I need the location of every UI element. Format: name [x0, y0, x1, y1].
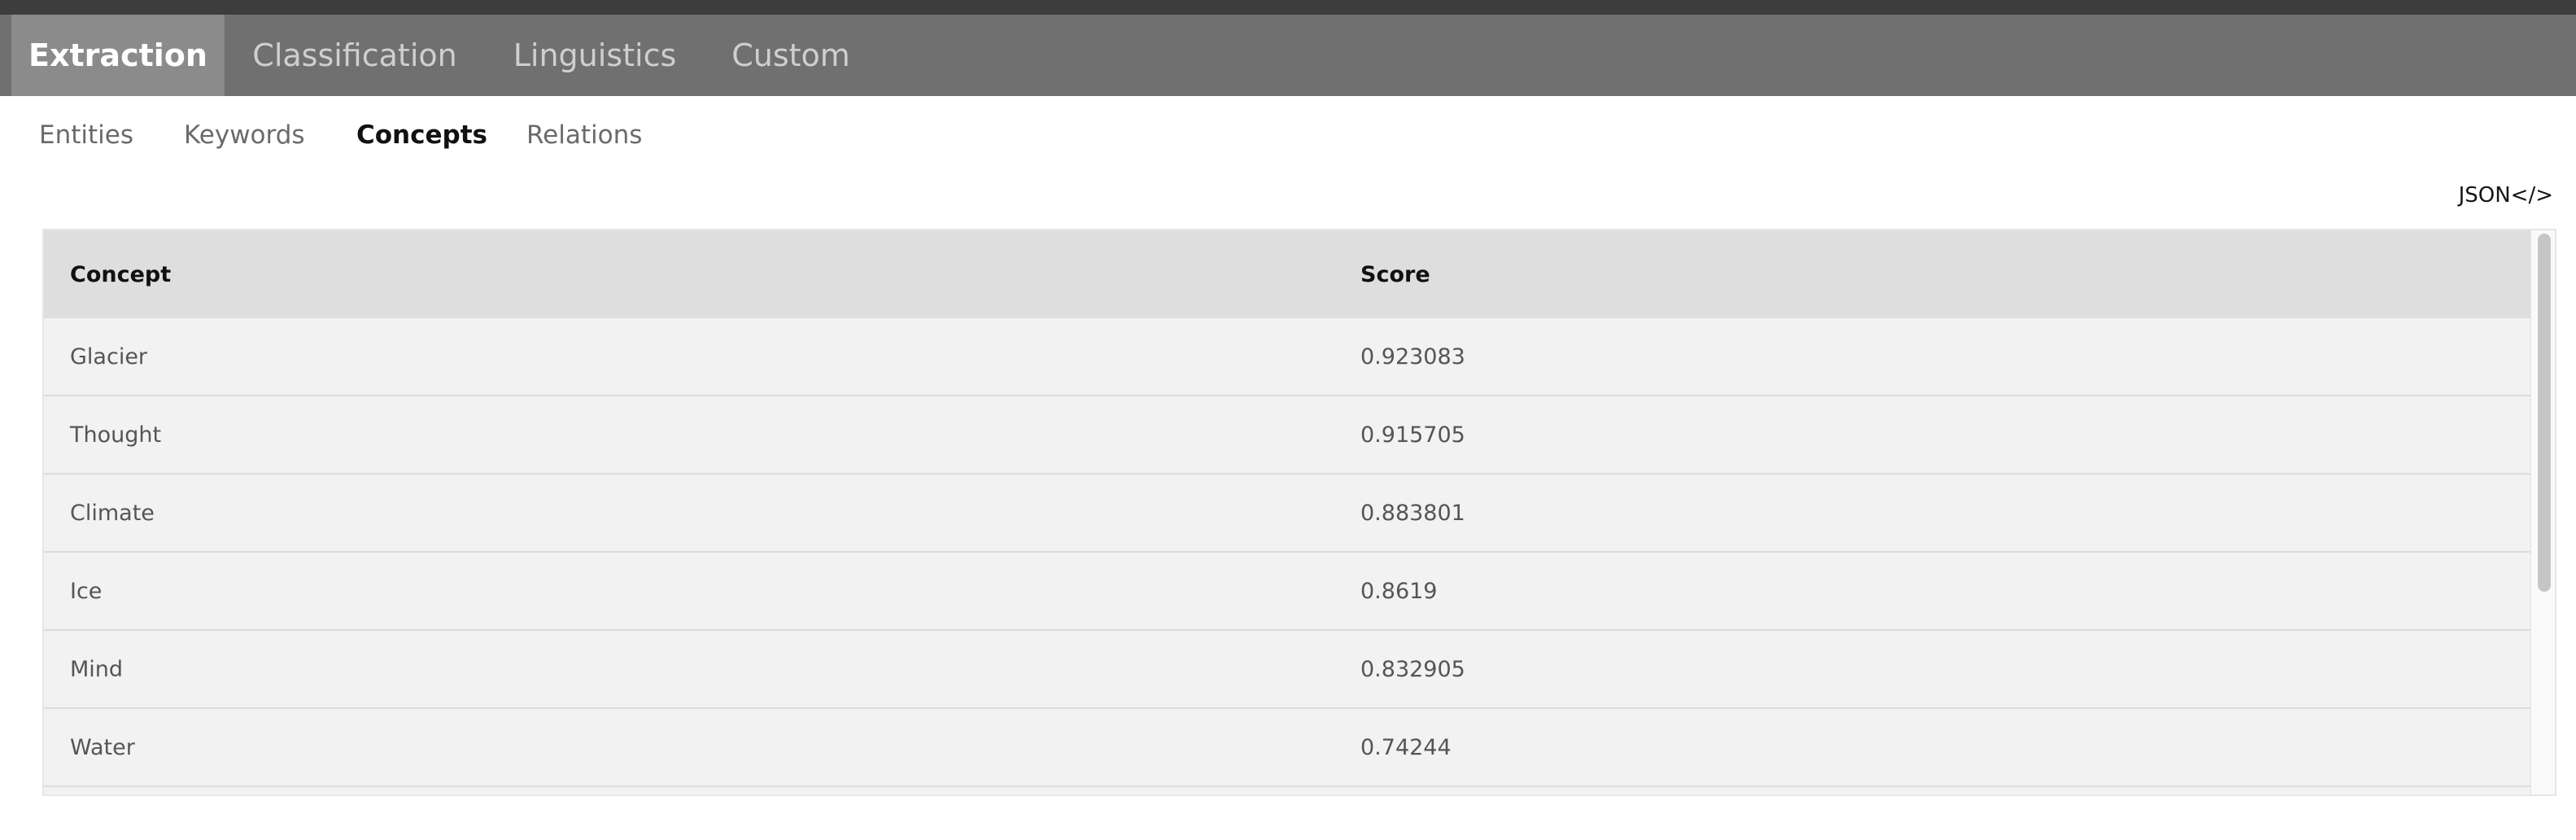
json-view-link[interactable]: JSON</>	[2459, 179, 2553, 212]
score-cell: 0.74244	[1360, 734, 1452, 760]
score-cell: 0.832905	[1360, 656, 1465, 682]
scrollbar-thumb[interactable]	[2538, 234, 2551, 592]
tab-extraction[interactable]: Extraction	[11, 15, 225, 96]
tab-linguistics[interactable]: Linguistics	[485, 15, 705, 96]
subtab-concepts[interactable]: Concepts	[356, 96, 487, 174]
subtab-relations[interactable]: Relations	[526, 96, 642, 174]
concepts-table: Concept Score Glacier 0.923083 Thought 0…	[42, 229, 2556, 796]
tab-classification[interactable]: Classification	[225, 15, 485, 96]
score-cell: 0.8619	[1360, 578, 1438, 604]
concept-cell: Climate	[70, 500, 155, 526]
table-row: Mind 0.832905	[44, 631, 2532, 709]
sub-tab-bar: Entities Keywords Concepts Relations	[0, 96, 2576, 174]
table-row: Water 0.74244	[44, 709, 2532, 787]
top-strip	[0, 0, 2576, 15]
concept-cell: Water	[70, 734, 135, 760]
subtab-entities[interactable]: Entities	[39, 96, 133, 174]
subtab-keywords[interactable]: Keywords	[184, 96, 305, 174]
table-scrollbar[interactable]	[2530, 230, 2555, 794]
concept-cell: Mind	[70, 656, 124, 682]
table-row: Thought 0.915705	[44, 396, 2532, 475]
table-row: Glacier 0.923083	[44, 318, 2532, 396]
concept-cell: Thought	[70, 422, 162, 448]
table-row: Ice 0.8619	[44, 553, 2532, 631]
column-header-concept: Concept	[70, 261, 172, 287]
main-tab-bar: Extraction Classification Linguistics Cu…	[0, 15, 2576, 96]
table-header: Concept Score	[44, 230, 2532, 318]
score-cell: 0.915705	[1360, 422, 1465, 448]
table-row: Climate 0.883801	[44, 475, 2532, 553]
score-cell: 0.883801	[1360, 500, 1465, 526]
score-cell: 0.923083	[1360, 343, 1465, 370]
tab-custom[interactable]: Custom	[705, 15, 877, 96]
concept-cell: Glacier	[70, 343, 148, 370]
column-header-score: Score	[1360, 261, 1430, 287]
concept-cell: Ice	[70, 578, 103, 604]
